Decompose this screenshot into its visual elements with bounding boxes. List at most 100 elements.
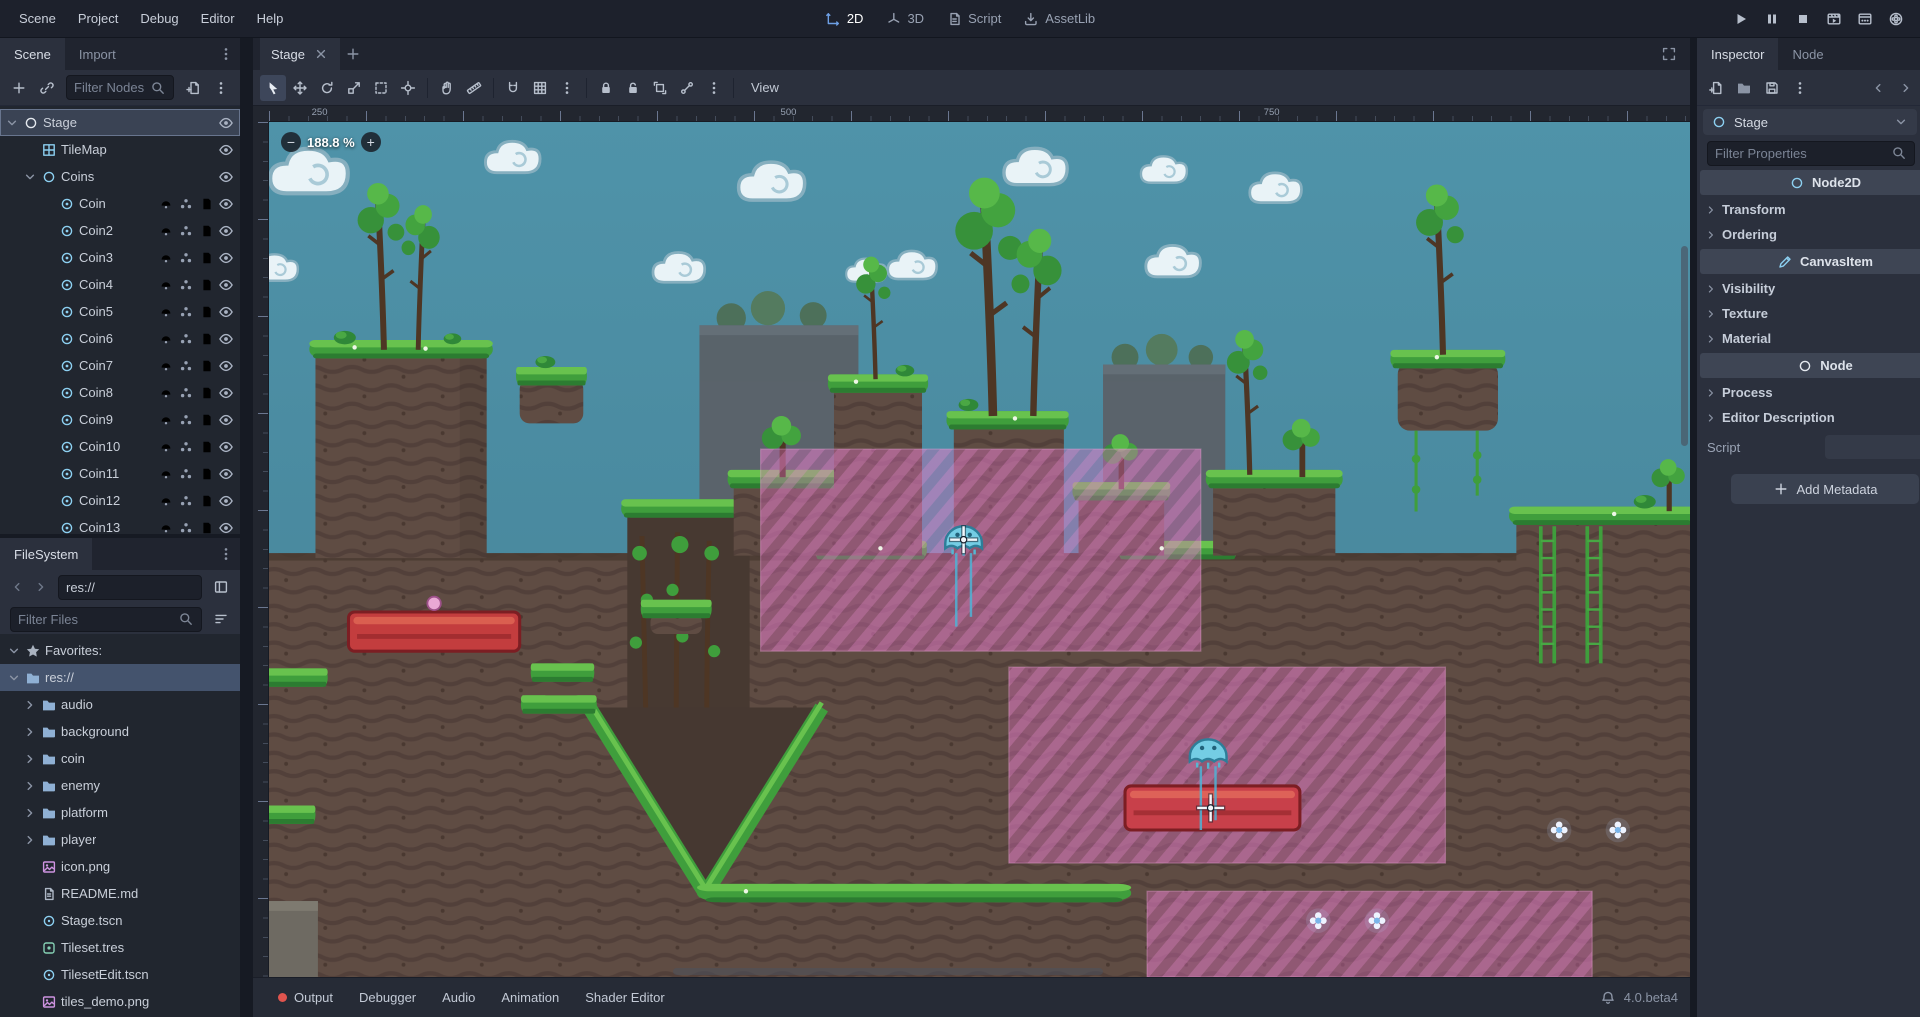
instance-scene-button[interactable] xyxy=(34,75,60,101)
signal-badge-icon[interactable] xyxy=(158,385,174,401)
viewport[interactable]: 250500750 − 188.8 % + xyxy=(253,106,1690,977)
scene-node-coin8[interactable]: Coin8 xyxy=(0,379,240,406)
zoom-out-button[interactable]: − xyxy=(281,132,301,152)
category-node2d[interactable]: Node2D xyxy=(1700,170,1920,195)
tool-scale-0[interactable] xyxy=(341,75,367,101)
scene-filter-input[interactable] xyxy=(74,80,150,95)
tool-dots-v-3[interactable] xyxy=(701,75,727,101)
group-editor-description[interactable]: Editor Description xyxy=(1697,405,1920,430)
scene-node-coin9[interactable]: Coin9 xyxy=(0,406,240,433)
group-process[interactable]: Process xyxy=(1697,380,1920,405)
group-ordering[interactable]: Ordering xyxy=(1697,222,1920,247)
signal-badge-icon[interactable] xyxy=(158,520,174,535)
fs-item-platform[interactable]: platform xyxy=(0,799,240,826)
fs-sort-button[interactable] xyxy=(208,606,234,632)
script-badge-icon[interactable] xyxy=(198,277,214,293)
tool-group-sel-3[interactable] xyxy=(647,75,673,101)
vertical-scrollbar[interactable] xyxy=(1681,246,1688,446)
group-badge-icon[interactable] xyxy=(178,466,194,482)
signal-badge-icon[interactable] xyxy=(158,358,174,374)
group-texture[interactable]: Texture xyxy=(1697,301,1920,326)
expander-icon[interactable] xyxy=(22,169,37,185)
bottom-tab-shader-editor[interactable]: Shader Editor xyxy=(572,978,678,1017)
script-badge-icon[interactable] xyxy=(198,493,214,509)
scene-node-coin6[interactable]: Coin6 xyxy=(0,325,240,352)
new-resource-button[interactable] xyxy=(1703,75,1729,101)
fs-forward-button[interactable] xyxy=(30,576,52,598)
script-badge-icon[interactable] xyxy=(198,412,214,428)
script-badge-icon[interactable] xyxy=(198,304,214,320)
fs-filter-input[interactable] xyxy=(18,612,178,627)
visibility-toggle[interactable] xyxy=(218,331,234,347)
fs-item-audio[interactable]: audio xyxy=(0,691,240,718)
switcher-assetlib[interactable]: AssetLib xyxy=(1012,0,1106,37)
expander-icon[interactable] xyxy=(22,751,37,767)
expander-icon[interactable] xyxy=(22,724,37,740)
stop-button[interactable] xyxy=(1789,5,1817,33)
movie-maker-button[interactable] xyxy=(1882,5,1910,33)
signal-badge-icon[interactable] xyxy=(158,250,174,266)
signal-badge-icon[interactable] xyxy=(158,196,174,212)
expander-icon[interactable] xyxy=(22,832,37,848)
signal-badge-icon[interactable] xyxy=(158,493,174,509)
group-badge-icon[interactable] xyxy=(178,439,194,455)
view-menu-button[interactable]: View xyxy=(740,75,790,101)
scene-node-coin10[interactable]: Coin10 xyxy=(0,433,240,460)
visibility-toggle[interactable] xyxy=(218,115,234,131)
switcher-2d[interactable]: 2D xyxy=(814,0,875,37)
group-transform[interactable]: Transform xyxy=(1697,197,1920,222)
fs-item-coin[interactable]: coin xyxy=(0,745,240,772)
signal-badge-icon[interactable] xyxy=(158,331,174,347)
tool-dots-v-2[interactable] xyxy=(554,75,580,101)
scene-dock-menu-button[interactable] xyxy=(212,38,240,70)
visibility-toggle[interactable] xyxy=(218,196,234,212)
visibility-toggle[interactable] xyxy=(218,358,234,374)
signal-badge-icon[interactable] xyxy=(158,277,174,293)
script-badge-icon[interactable] xyxy=(198,196,214,212)
play-button[interactable] xyxy=(1727,5,1755,33)
signal-badge-icon[interactable] xyxy=(158,412,174,428)
menu-editor[interactable]: Editor xyxy=(190,0,246,37)
switcher-3d[interactable]: 3D xyxy=(874,0,935,37)
tool-unlock-3[interactable] xyxy=(620,75,646,101)
group-badge-icon[interactable] xyxy=(178,250,194,266)
menu-debug[interactable]: Debug xyxy=(129,0,189,37)
fs-item-tiles-demo-png[interactable]: tiles_demo.png xyxy=(0,988,240,1015)
group-visibility[interactable]: Visibility xyxy=(1697,276,1920,301)
fs-item-player[interactable]: player xyxy=(0,826,240,853)
scene-node-coin11[interactable]: Coin11 xyxy=(0,460,240,487)
scene-node-tilemap[interactable]: TileMap xyxy=(0,136,240,163)
history-back-button[interactable] xyxy=(1865,75,1891,101)
visibility-toggle[interactable] xyxy=(218,169,234,185)
tool-pivot-0[interactable] xyxy=(395,75,421,101)
inspector-filter-input[interactable] xyxy=(1715,146,1891,161)
scene-tab-stage[interactable]: Stage xyxy=(260,38,340,70)
add-node-button[interactable] xyxy=(6,75,32,101)
fs-item-tilesetedit-tscn[interactable]: TilesetEdit.tscn xyxy=(0,961,240,988)
fs-item-res[interactable]: res:// xyxy=(0,664,240,691)
bottom-tab-output[interactable]: Output xyxy=(265,978,346,1017)
group-badge-icon[interactable] xyxy=(178,304,194,320)
tool-magnet-2[interactable] xyxy=(500,75,526,101)
expander-icon[interactable] xyxy=(4,115,19,131)
signal-badge-icon[interactable] xyxy=(158,439,174,455)
switcher-script[interactable]: Script xyxy=(935,0,1012,37)
script-badge-icon[interactable] xyxy=(198,439,214,455)
visibility-toggle[interactable] xyxy=(218,223,234,239)
inspector-tab-inspector[interactable]: Inspector xyxy=(1697,38,1778,70)
fs-item-icon-png[interactable]: icon.png xyxy=(0,853,240,880)
zoom-in-button[interactable]: + xyxy=(361,132,381,152)
new-scene-tab-button[interactable] xyxy=(340,41,366,67)
filesystem-tab[interactable]: FileSystem xyxy=(0,538,92,570)
horizontal-scrollbar[interactable] xyxy=(673,968,1103,975)
play-scene-button[interactable] xyxy=(1820,5,1848,33)
scene-node-coin2[interactable]: Coin2 xyxy=(0,217,240,244)
fs-filter[interactable] xyxy=(10,607,202,632)
menu-scene[interactable]: Scene xyxy=(8,0,67,37)
group-badge-icon[interactable] xyxy=(178,493,194,509)
scene-filter[interactable] xyxy=(66,75,174,100)
inspector-tab-node[interactable]: Node xyxy=(1778,38,1837,70)
expander-icon[interactable] xyxy=(22,805,37,821)
load-resource-button[interactable] xyxy=(1731,75,1757,101)
visibility-toggle[interactable] xyxy=(218,412,234,428)
